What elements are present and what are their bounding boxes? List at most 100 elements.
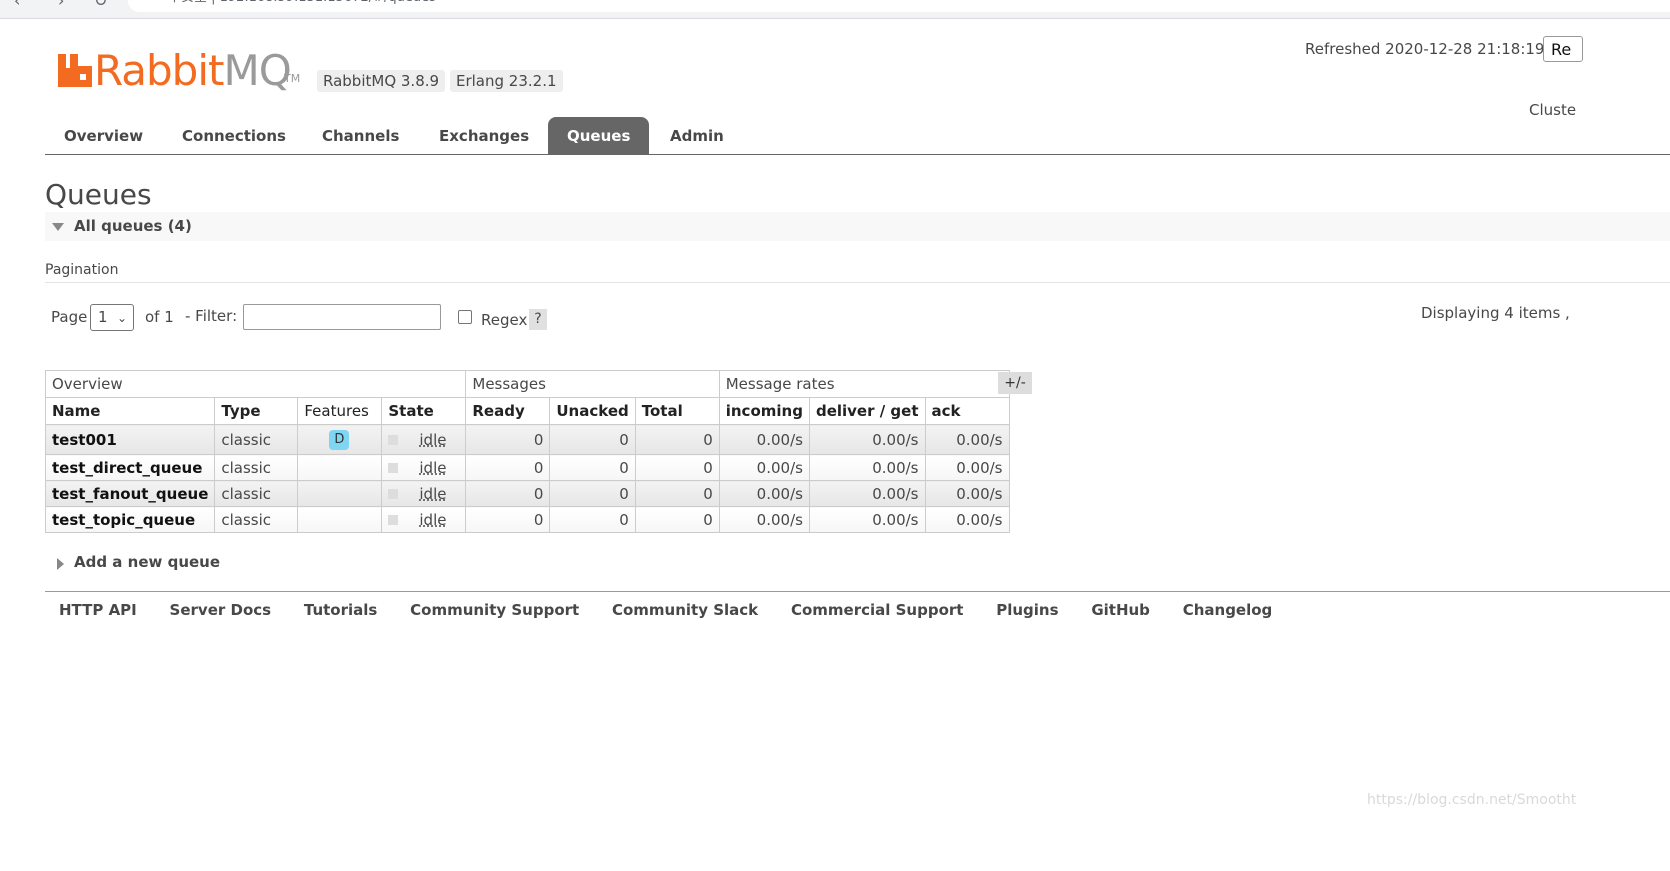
queue-unacked: 0: [549, 424, 636, 455]
queue-name-link[interactable]: test001: [44, 424, 216, 455]
queue-name-link[interactable]: test_fanout_queue: [44, 480, 216, 507]
tab-overview[interactable]: Overview: [45, 117, 162, 154]
page-title: Queues: [45, 178, 152, 211]
queue-unacked: 0: [549, 480, 636, 507]
watermark: https://blog.csdn.net/Smootht: [1367, 792, 1577, 808]
all-queues-section-toggle[interactable]: All queues (4): [45, 212, 1670, 241]
queue-state: idle: [381, 424, 467, 455]
table-row[interactable]: test_direct_queue classic idle 0 0 0 0.0…: [44, 454, 1010, 481]
queue-type: classic: [214, 480, 299, 507]
durable-feature-badge: D: [329, 429, 350, 450]
footer-link-community-slack[interactable]: Community Slack: [612, 601, 758, 619]
queue-total: 0: [634, 454, 720, 481]
rate-deliver-get: 0.00/s: [808, 480, 926, 507]
footer-link-plugins[interactable]: Plugins: [996, 601, 1058, 619]
queue-state: idle: [381, 506, 467, 533]
queue-state: idle: [381, 480, 467, 507]
column-header-total[interactable]: Total: [634, 397, 720, 425]
queue-features: [297, 506, 383, 533]
queue-type: classic: [214, 506, 299, 533]
table-row[interactable]: test_fanout_queue classic idle 0 0 0 0.0…: [44, 480, 1010, 507]
chevron-down-icon: ⌄: [116, 311, 127, 325]
rate-incoming: 0.00/s: [718, 506, 810, 533]
column-header-ready[interactable]: Ready: [465, 397, 551, 425]
footer-link-github[interactable]: GitHub: [1091, 601, 1150, 619]
displaying-items-label: Displaying 4 items ,: [1421, 304, 1570, 322]
logo-wordmark: RabbitMQ: [94, 46, 292, 95]
page-count-label: of 1: [145, 308, 174, 326]
footer-link-server-docs[interactable]: Server Docs: [170, 601, 272, 619]
rate-incoming: 0.00/s: [718, 424, 810, 455]
tab-channels[interactable]: Channels: [303, 117, 418, 154]
footer-link-changelog[interactable]: Changelog: [1183, 601, 1273, 619]
page-select[interactable]: 1 ⌄: [90, 304, 134, 331]
page-label: Page: [51, 308, 88, 326]
footer-link-tutorials[interactable]: Tutorials: [304, 601, 377, 619]
divider: [45, 282, 1670, 283]
column-header-ack[interactable]: ack: [924, 397, 1010, 425]
queue-state: idle: [381, 454, 467, 481]
refreshed-timestamp: Refreshed 2020-12-28 21:18:19: [1305, 40, 1545, 58]
back-icon[interactable]: ‹: [14, 0, 20, 10]
queue-total: 0: [634, 424, 720, 455]
state-indicator-icon: [388, 463, 399, 473]
regex-help-button[interactable]: ?: [529, 309, 547, 330]
table-row[interactable]: test001 classic D idle 0 0 0 0.00/s 0.00…: [44, 424, 1010, 455]
queue-ready: 0: [465, 480, 551, 507]
queue-type: classic: [214, 424, 299, 455]
rate-ack: 0.00/s: [924, 454, 1010, 481]
expand-triangle-icon: [57, 558, 64, 570]
filter-label: - Filter:: [185, 307, 238, 325]
column-header-type[interactable]: Type: [214, 397, 299, 425]
add-queue-heading: Add a new queue: [74, 553, 221, 571]
tab-exchanges[interactable]: Exchanges: [420, 117, 548, 154]
queue-name-link[interactable]: test_direct_queue: [44, 454, 216, 481]
footer-links: HTTP API Server Docs Tutorials Community…: [45, 601, 1286, 619]
footer-divider: [45, 591, 1670, 592]
column-header-unacked[interactable]: Unacked: [549, 397, 636, 425]
reload-icon[interactable]: ↻: [94, 0, 107, 10]
tab-queues[interactable]: Queues: [548, 117, 650, 154]
collapse-triangle-icon: [52, 223, 64, 231]
rabbitmq-logo-icon: [58, 54, 92, 87]
group-header-overview: Overview: [44, 370, 467, 398]
column-header-state[interactable]: State: [381, 397, 467, 425]
queue-unacked: 0: [549, 506, 636, 533]
regex-checkbox[interactable]: [458, 310, 472, 324]
pagination-title: Pagination: [45, 262, 119, 278]
logo-trademark: TM: [284, 72, 301, 85]
tab-connections[interactable]: Connections: [163, 117, 305, 154]
footer-link-http-api[interactable]: HTTP API: [59, 601, 137, 619]
filter-input[interactable]: [243, 304, 441, 330]
erlang-version-badge: Erlang 23.2.1: [450, 70, 563, 92]
queue-total: 0: [634, 506, 720, 533]
queue-name-link[interactable]: test_topic_queue: [44, 506, 216, 533]
queue-ready: 0: [465, 424, 551, 455]
column-header-deliver-get[interactable]: deliver / get: [808, 397, 926, 425]
state-indicator-icon: [388, 489, 399, 499]
table-row[interactable]: test_topic_queue classic idle 0 0 0 0.00…: [44, 506, 1010, 533]
address-bar[interactable]: 不安全 | 192.168.59.131:15672/#/queues: [128, 0, 1670, 12]
rate-deliver-get: 0.00/s: [808, 506, 926, 533]
rate-ack: 0.00/s: [924, 424, 1010, 455]
column-header-name[interactable]: Name: [44, 397, 216, 425]
queue-total: 0: [634, 480, 720, 507]
rate-incoming: 0.00/s: [718, 480, 810, 507]
queue-features: D: [297, 424, 383, 455]
toggle-columns-button[interactable]: +/-: [998, 372, 1032, 394]
rate-ack: 0.00/s: [924, 480, 1010, 507]
queue-unacked: 0: [549, 454, 636, 481]
queue-ready: 0: [465, 506, 551, 533]
main-nav-tabs: Overview Connections Channels Exchanges …: [45, 117, 1670, 155]
forward-icon[interactable]: ›: [58, 0, 64, 10]
regex-label: Regex: [481, 311, 528, 329]
refresh-interval-select[interactable]: Re: [1543, 36, 1583, 62]
footer-link-commercial-support[interactable]: Commercial Support: [791, 601, 964, 619]
tab-admin[interactable]: Admin: [651, 117, 743, 154]
column-header-incoming[interactable]: incoming: [718, 397, 810, 425]
rabbitmq-version-badge: RabbitMQ 3.8.9: [317, 70, 446, 92]
queues-table: Overview Messages Message rates Name Typ…: [44, 370, 1010, 533]
footer-link-community-support[interactable]: Community Support: [410, 601, 579, 619]
group-header-messages: Messages: [465, 370, 720, 398]
queue-ready: 0: [465, 454, 551, 481]
